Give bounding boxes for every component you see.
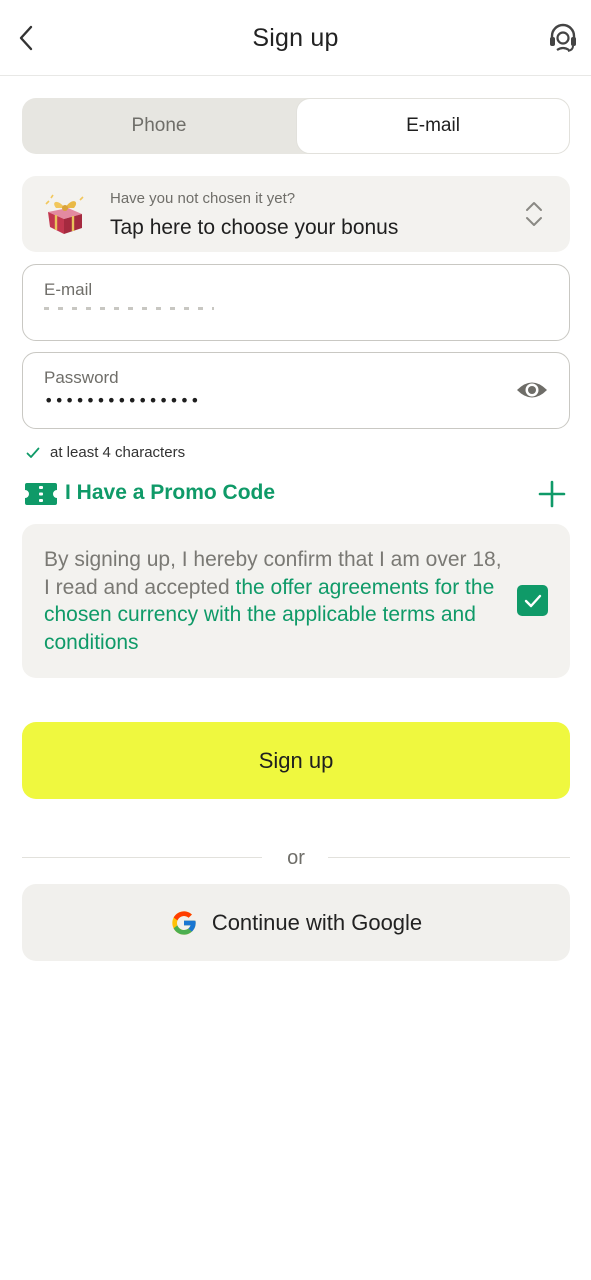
or-divider: or <box>22 845 570 873</box>
email-field[interactable]: E-mail <box>22 264 570 341</box>
bonus-label: Tap here to choose your bonus <box>110 216 399 239</box>
email-field-label: E-mail <box>44 280 93 299</box>
auth-method-tabs: Phone E-mail <box>22 98 570 154</box>
support-button[interactable] <box>545 20 581 56</box>
tab-phone[interactable]: Phone <box>22 98 296 154</box>
bonus-selector[interactable]: Have you not chosen it yet? Tap here to … <box>22 176 570 252</box>
checkmark-icon <box>524 594 541 607</box>
or-text: or <box>287 847 305 869</box>
bonus-subtitle: Have you not chosen it yet? <box>110 190 296 207</box>
password-field[interactable]: Password ••••••••••••••• <box>22 352 570 429</box>
chevron-up-down-icon <box>526 202 542 226</box>
gift-box-icon <box>45 194 84 234</box>
password-hint: at least 4 characters <box>26 444 185 461</box>
eye-icon <box>517 382 547 398</box>
show-password-button[interactable] <box>515 375 549 405</box>
page-title: Sign up <box>252 24 339 52</box>
terms-checkbox[interactable] <box>517 585 548 616</box>
terms-text: By signing up, I hereby confirm that I a… <box>44 546 506 656</box>
email-input[interactable] <box>44 305 494 325</box>
divider-line-right <box>328 857 570 858</box>
password-input[interactable]: ••••••••••••••• <box>44 391 201 410</box>
sign-up-button[interactable]: Sign up <box>22 722 570 799</box>
plus-icon[interactable] <box>538 480 566 508</box>
google-logo-icon <box>172 910 196 935</box>
headset-support-icon <box>550 23 576 52</box>
header-bar: Sign up <box>0 0 591 76</box>
google-button-label: Continue with Google <box>211 909 423 935</box>
ticket-icon <box>25 483 57 505</box>
password-hint-text: at least 4 characters <box>50 444 186 461</box>
promo-code-toggle[interactable]: I Have a Promo Code <box>22 478 570 510</box>
promo-code-label: I Have a Promo Code <box>65 481 276 504</box>
tab-email[interactable]: E-mail <box>296 98 570 154</box>
check-icon <box>26 447 40 458</box>
password-field-label: Password <box>44 368 119 387</box>
terms-panel: By signing up, I hereby confirm that I a… <box>22 524 570 678</box>
continue-with-google-button[interactable]: Continue with Google <box>22 884 570 961</box>
